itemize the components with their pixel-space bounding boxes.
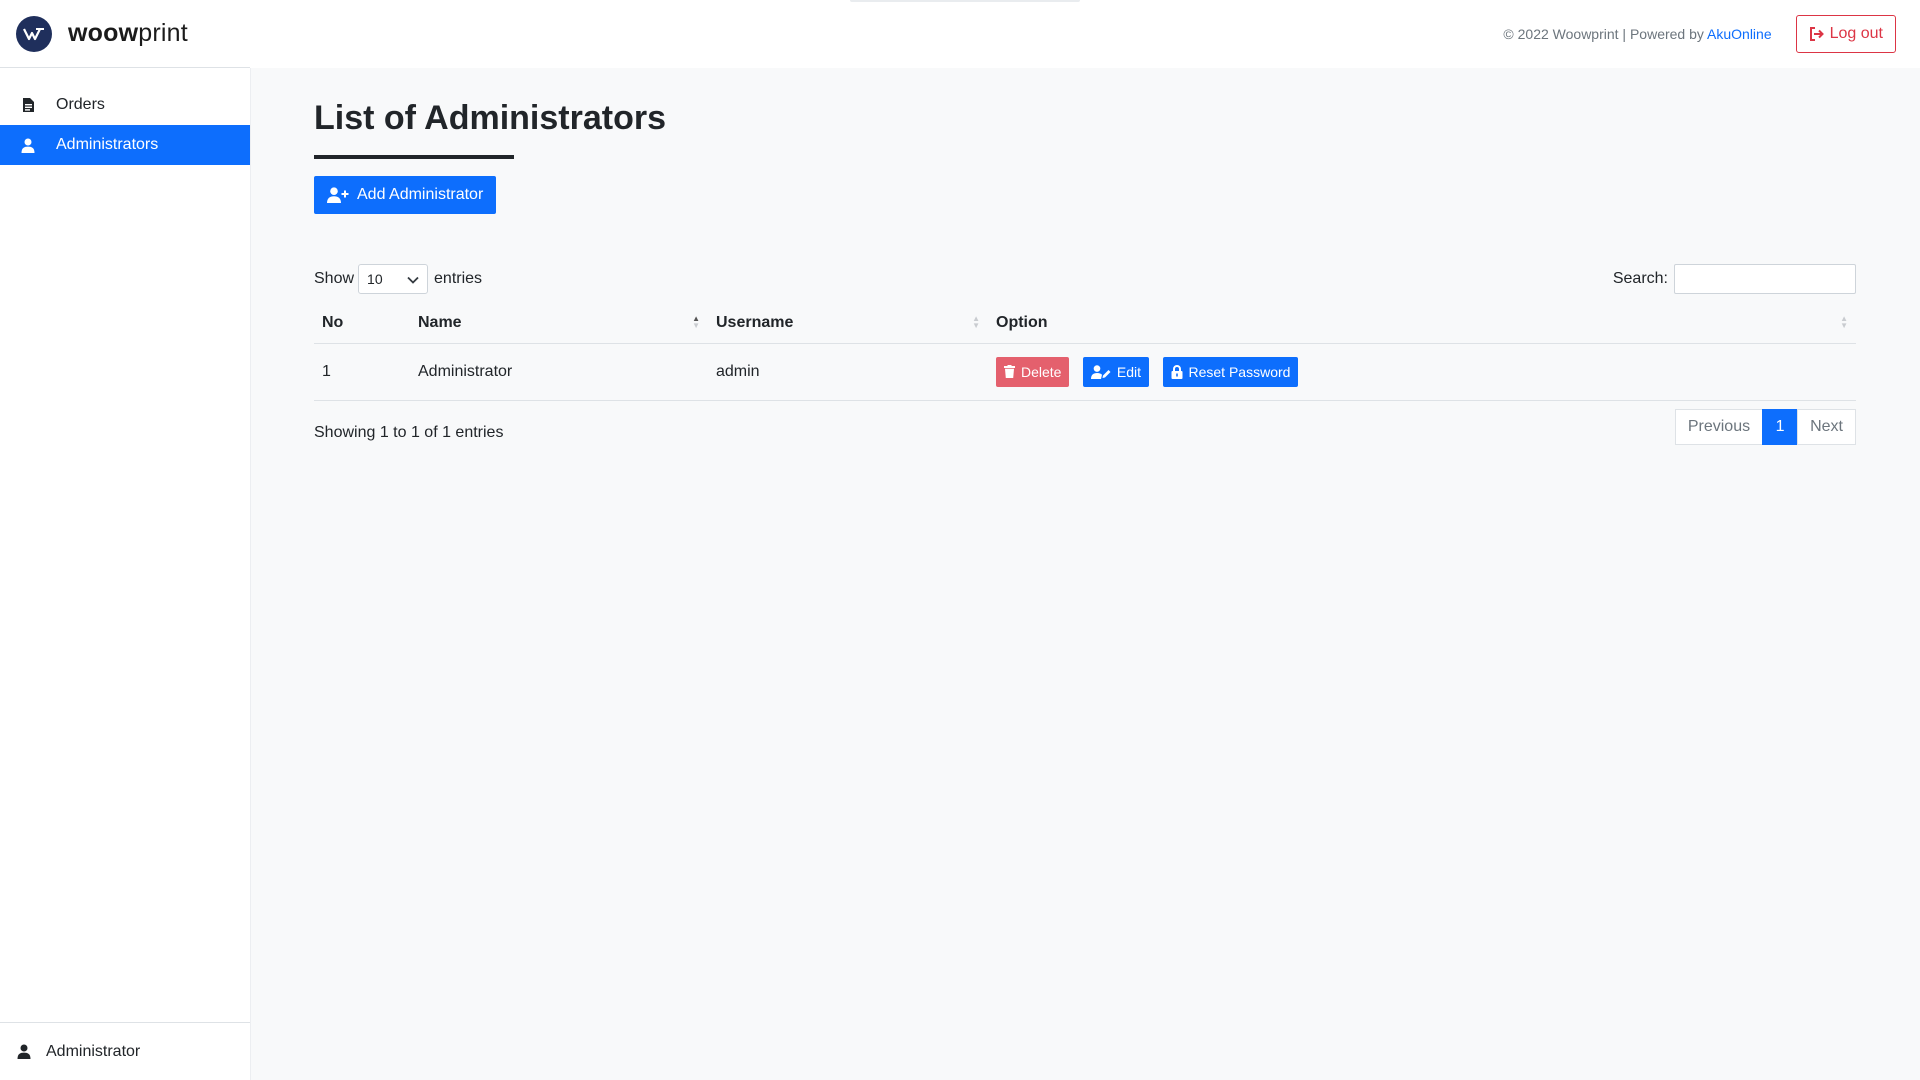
pagination: Previous 1 Next bbox=[1674, 408, 1856, 445]
pagination-page-1[interactable]: 1 bbox=[1762, 408, 1799, 445]
chevron-down-icon bbox=[407, 271, 419, 287]
table-row: 1 Administrator admin Delete Edit Reset … bbox=[314, 343, 1856, 401]
page-title: List of Administrators bbox=[314, 99, 666, 137]
column-header-option[interactable]: Option ▲ ▼ bbox=[988, 302, 1856, 344]
pagination-previous[interactable]: Previous bbox=[1674, 408, 1764, 445]
topbar: © 2022 Woowprint | Powered by AkuOnline … bbox=[250, 0, 1920, 68]
entries-label: entries bbox=[434, 269, 483, 287]
copyright-text: © 2022 Woowprint | Powered by AkuOnline bbox=[1503, 26, 1772, 42]
current-user[interactable]: Administrator bbox=[0, 1022, 250, 1080]
user-plus-icon bbox=[327, 187, 349, 203]
reset-password-button[interactable]: Reset Password bbox=[1162, 356, 1299, 387]
sidebar-item-label: Administrators bbox=[56, 136, 159, 153]
trash-icon bbox=[1004, 365, 1015, 379]
pagination-next[interactable]: Next bbox=[1797, 408, 1856, 445]
column-header-name[interactable]: Name ▲ ▼ bbox=[410, 302, 708, 344]
cell-options: Delete Edit Reset Password bbox=[988, 343, 1856, 401]
entries-select[interactable]: 10 bbox=[358, 263, 429, 294]
sidebar: woowprint Orders Administrators Administ… bbox=[0, 0, 250, 1080]
edit-button[interactable]: Edit bbox=[1082, 356, 1150, 387]
current-user-name: Administrator bbox=[46, 1042, 141, 1060]
logout-label: Log out bbox=[1829, 25, 1883, 42]
add-administrator-label: Add Administrator bbox=[357, 185, 484, 203]
brand[interactable]: woowprint bbox=[0, 0, 250, 68]
sidebar-nav: Orders Administrators bbox=[0, 85, 250, 165]
lock-icon bbox=[1171, 364, 1183, 379]
sidebar-item-administrators[interactable]: Administrators bbox=[0, 125, 250, 165]
table-header-row: No Name ▲ ▼ Username ▲ ▼ Option ▲ ▼ bbox=[314, 302, 1856, 344]
column-label: No bbox=[322, 313, 344, 331]
sort-icon: ▲ ▼ bbox=[1840, 313, 1848, 330]
sidebar-item-label: Orders bbox=[56, 96, 105, 113]
powered-by-link[interactable]: AkuOnline bbox=[1707, 26, 1772, 42]
column-label: Username bbox=[716, 313, 794, 331]
column-label: Option bbox=[996, 313, 1048, 331]
edit-label: Edit bbox=[1116, 363, 1142, 380]
delete-label: Delete bbox=[1021, 363, 1062, 380]
logout-button[interactable]: Log out bbox=[1795, 15, 1896, 53]
sidebar-item-orders[interactable]: Orders bbox=[0, 85, 250, 125]
logout-icon bbox=[1809, 27, 1824, 41]
administrators-table: No Name ▲▼ Username ▲▼ Option ▲▼ 1 Ad bbox=[314, 302, 1856, 401]
column-header-username[interactable]: Username ▲ ▼ bbox=[708, 302, 988, 344]
user-edit-icon bbox=[1090, 365, 1111, 379]
user-icon bbox=[18, 135, 38, 155]
search-input[interactable] bbox=[1674, 263, 1856, 294]
table-controls: Show 10 entries Search: bbox=[314, 263, 1856, 295]
cell-username: admin bbox=[708, 343, 988, 401]
user-icon bbox=[14, 1042, 34, 1062]
title-underline bbox=[314, 154, 514, 159]
file-icon bbox=[18, 95, 38, 115]
table-info: Showing 1 to 1 of 1 entries bbox=[314, 423, 504, 441]
delete-button[interactable]: Delete bbox=[996, 356, 1070, 387]
column-label: Name bbox=[418, 313, 462, 331]
table-footer: Showing 1 to 1 of 1 entries Previous 1 N… bbox=[314, 408, 1856, 445]
entries-select-value: 10 bbox=[367, 270, 383, 287]
topbar-decoration bbox=[850, 0, 1080, 2]
cell-name: Administrator bbox=[410, 343, 708, 401]
brand-name: woowprint bbox=[68, 19, 188, 47]
brand-logo-icon bbox=[16, 15, 52, 52]
column-header-no[interactable]: No bbox=[314, 302, 410, 344]
show-label: Show bbox=[314, 269, 355, 287]
search-label: Search: bbox=[1612, 269, 1668, 287]
entries-length: Show 10 entries bbox=[314, 263, 483, 294]
reset-password-label: Reset Password bbox=[1188, 363, 1291, 380]
sort-asc-icon: ▲ ▼ bbox=[692, 313, 700, 330]
sort-icon: ▲ ▼ bbox=[972, 313, 980, 330]
cell-no: 1 bbox=[314, 343, 410, 401]
table-search: Search: bbox=[1612, 263, 1856, 294]
main-content: List of Administrators Add Administrator… bbox=[314, 68, 1856, 445]
add-administrator-button[interactable]: Add Administrator bbox=[314, 175, 497, 214]
